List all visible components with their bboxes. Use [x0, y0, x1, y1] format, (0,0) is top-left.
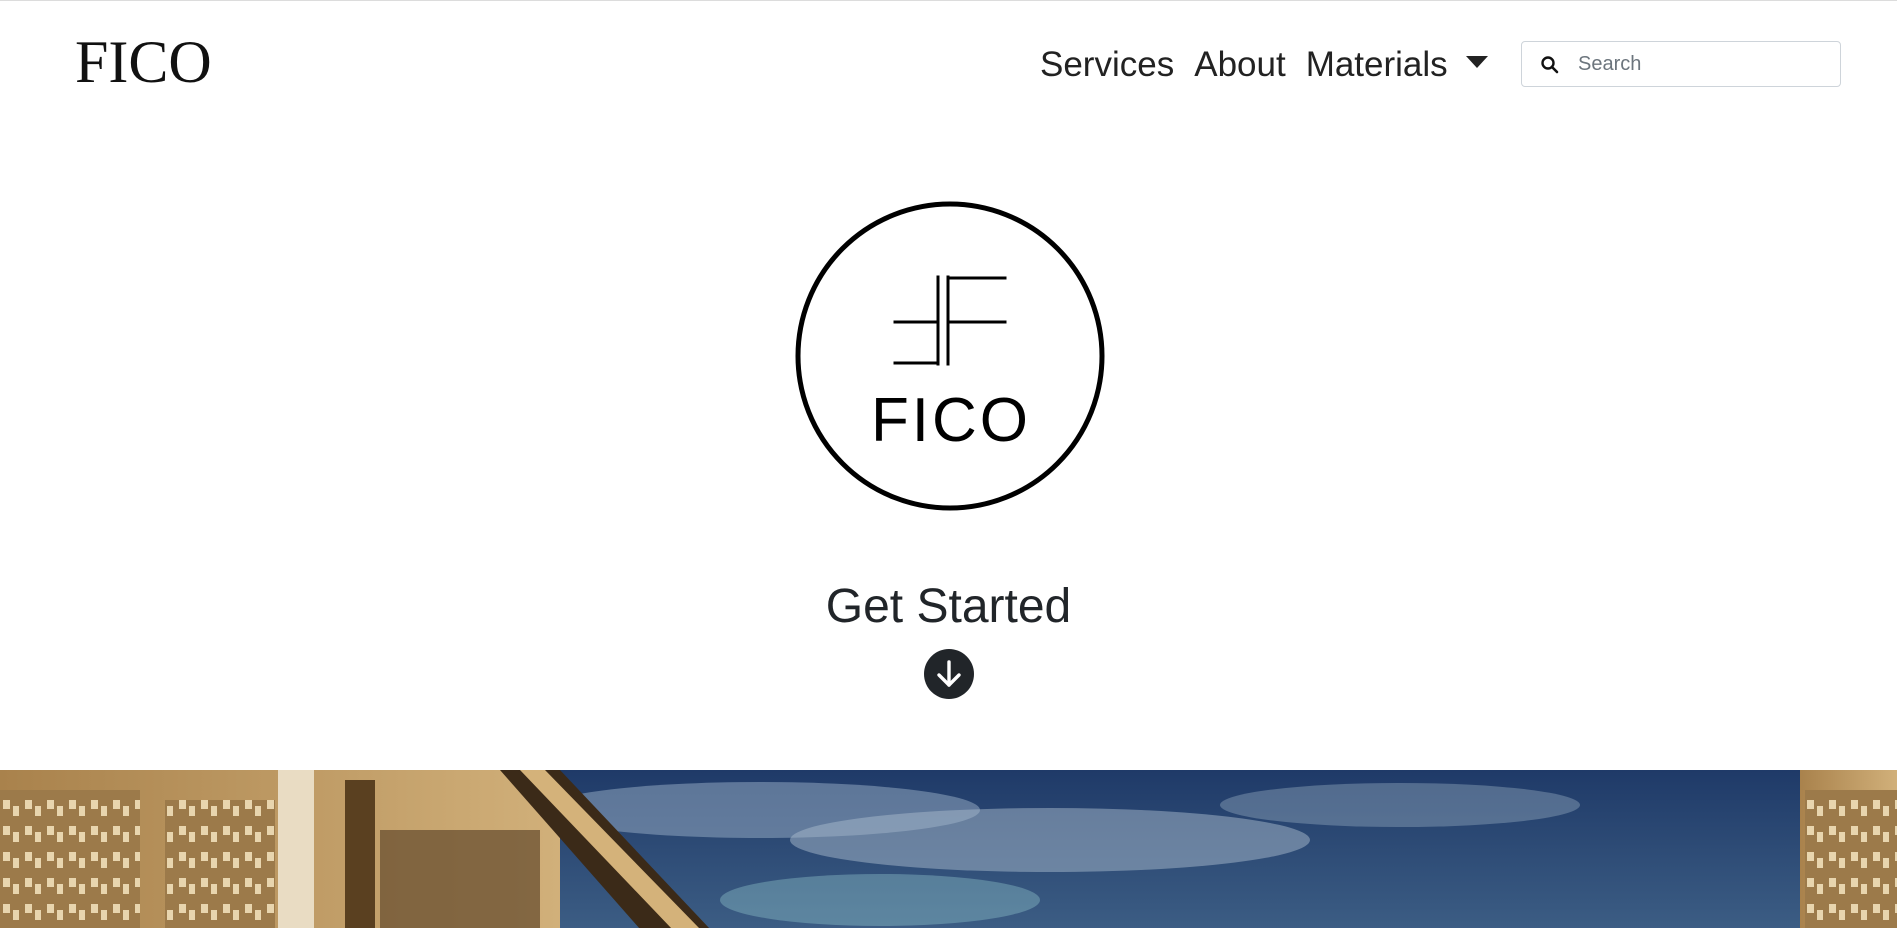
caret-down-icon	[1465, 56, 1488, 68]
page: FICO Services About Materials Search FIC…	[0, 0, 1897, 928]
nav-dropdown-materials[interactable]: Materials	[1306, 45, 1488, 85]
nav-dropdown-materials-label: Materials	[1305, 45, 1448, 84]
brand-logo-link[interactable]: FICO	[75, 27, 212, 97]
building-photo	[0, 770, 1897, 928]
nav-links: Services About Materials	[1040, 41, 1488, 89]
nav-link-about[interactable]: About	[1194, 45, 1285, 85]
search-input[interactable]	[1578, 42, 1832, 86]
hero-banner-image	[0, 770, 1897, 928]
scroll-down-button[interactable]	[924, 649, 974, 699]
hero-title: Get Started	[825, 580, 1072, 633]
fico-logo-emblem: FICO	[795, 201, 1105, 511]
nav-link-services[interactable]: Services	[1040, 45, 1174, 85]
search-box	[1521, 41, 1841, 87]
logo-text: FICO	[871, 386, 1031, 455]
navbar: FICO Services About Materials	[0, 1, 1897, 126]
arrow-down-icon	[937, 660, 961, 687]
search-icon	[1541, 56, 1559, 74]
